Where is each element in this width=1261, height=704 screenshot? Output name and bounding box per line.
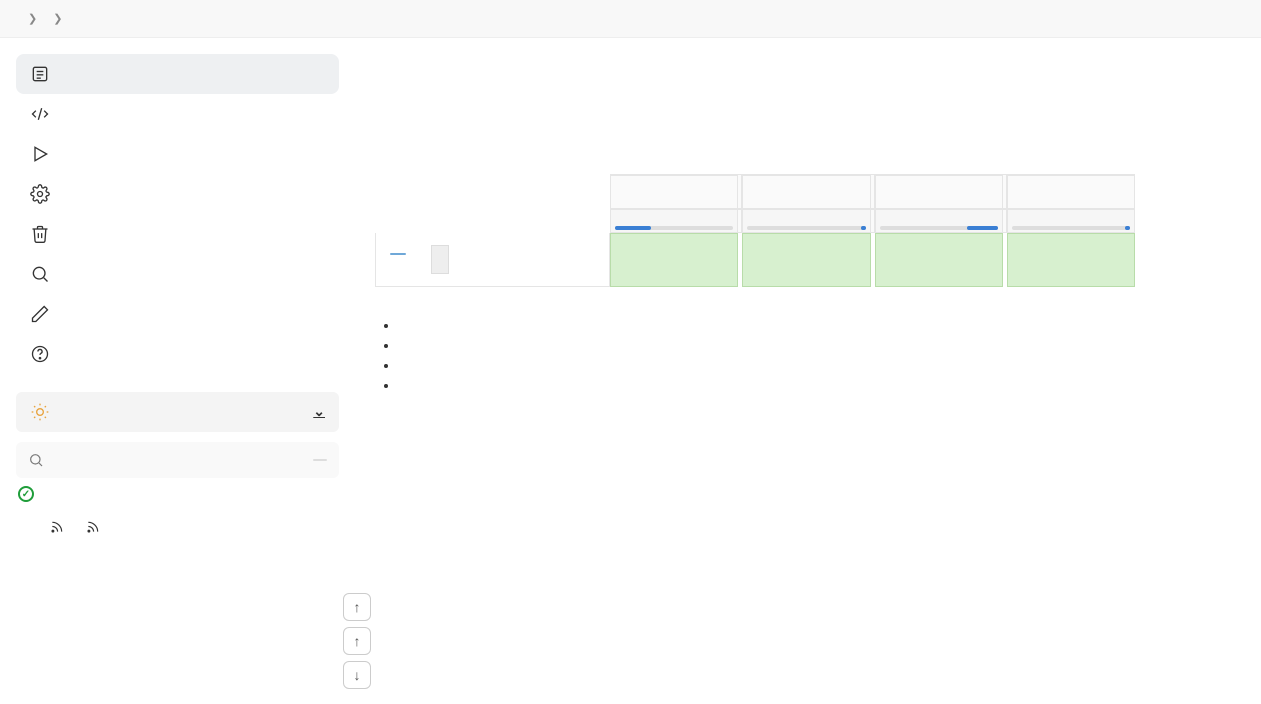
feeds-row [16, 510, 339, 542]
code-icon [30, 104, 50, 124]
sidebar-item-build-params[interactable] [16, 134, 339, 174]
stage-header [610, 174, 738, 209]
scroll-actions: ↑ ↑ ↓ [343, 593, 371, 689]
breadcrumb: ❯ ❯ [0, 0, 1261, 38]
sidebar-item-pipeline-syntax[interactable] [16, 334, 339, 374]
search-icon [28, 452, 44, 468]
scroll-up-button[interactable]: ↑ [343, 627, 371, 655]
keyboard-shortcut-hint [313, 459, 327, 461]
chevron-down-icon: ⌄ [313, 404, 325, 420]
scroll-down-button[interactable]: ↓ [343, 661, 371, 689]
help-icon [30, 344, 50, 364]
avg-cell [742, 209, 870, 233]
status-icon [30, 64, 50, 84]
avg-cell [610, 209, 738, 233]
main-content: ↑ ↑ ↓ [355, 38, 1261, 558]
avg-cell [1007, 209, 1135, 233]
filter-builds-input[interactable] [52, 452, 305, 468]
filter-builds-row [16, 442, 339, 478]
sidebar-item-configure[interactable] [16, 174, 339, 214]
avg-run-time-note [375, 221, 610, 229]
sun-icon [30, 402, 50, 422]
sidebar: ⌄ ✓ [0, 38, 355, 558]
sidebar-item-full-stage-view[interactable] [16, 254, 339, 294]
sidebar-item-delete-pipeline[interactable] [16, 214, 339, 254]
avg-cell [875, 209, 1003, 233]
avg-stage-times-label [375, 213, 610, 221]
trend-link[interactable]: ⌄ [307, 404, 325, 420]
atom-feed-all-link[interactable] [50, 520, 68, 534]
trash-icon [30, 224, 50, 244]
sidebar-item-status[interactable] [16, 54, 339, 94]
stage-header [1007, 174, 1135, 209]
chevron-right-icon: ❯ [28, 12, 37, 25]
run-number-pill [390, 253, 406, 255]
stage-cell[interactable] [875, 233, 1003, 287]
run-info-cell[interactable] [375, 233, 610, 287]
build-row[interactable]: ✓ [16, 478, 339, 510]
success-icon: ✓ [18, 486, 34, 502]
no-changes-badge [431, 245, 449, 273]
rss-icon [50, 520, 64, 534]
rss-icon [86, 520, 100, 534]
stage-cell[interactable] [610, 233, 738, 287]
build-history-header: ⌄ [16, 392, 339, 432]
stage-cell[interactable] [742, 233, 870, 287]
chevron-right-icon: ❯ [53, 12, 62, 25]
stage-view-table [375, 174, 1135, 287]
sidebar-item-changes[interactable] [16, 94, 339, 134]
stage-cell[interactable] [1007, 233, 1135, 287]
scroll-top-button[interactable]: ↑ [343, 593, 371, 621]
pencil-icon [30, 304, 50, 324]
sidebar-item-rename[interactable] [16, 294, 339, 334]
atom-feed-failures-link[interactable] [86, 520, 104, 534]
stage-header [742, 174, 870, 209]
gear-icon [30, 184, 50, 204]
search-icon [30, 264, 50, 284]
play-icon [30, 144, 50, 164]
permalinks-list [399, 317, 1241, 394]
stage-header [875, 174, 1003, 209]
